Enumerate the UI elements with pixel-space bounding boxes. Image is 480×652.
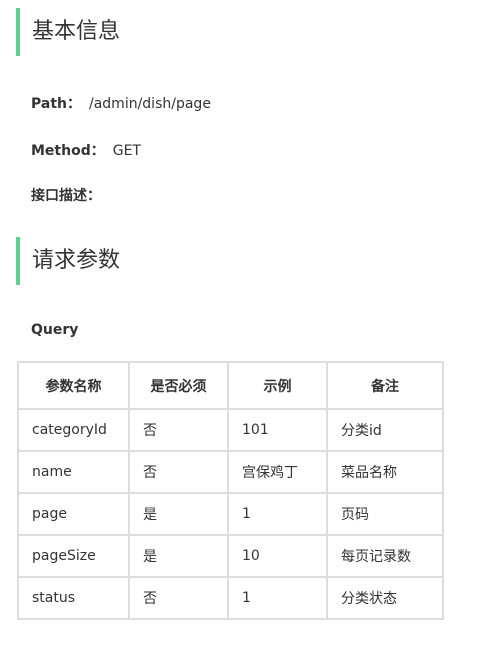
table-cell: 1 — [227, 576, 328, 620]
table-cell: 宫保鸡丁 — [227, 450, 328, 494]
table-cell: 否 — [128, 450, 229, 494]
params-table: 参数名称 是否必须 示例 备注 categoryId 否 101 分类id name 否宫… — [17, 361, 444, 620]
table-cell: page — [17, 492, 130, 536]
table-cell: 10 — [227, 534, 328, 578]
header-cell: 参数名称 — [17, 361, 130, 410]
path-label: Path： — [31, 96, 81, 112]
method-row: Method： GET — [31, 140, 141, 160]
table-cell: pageSize — [17, 534, 130, 578]
table-cell: 是 — [128, 534, 229, 578]
path-value: /admin/dish/page — [89, 96, 211, 112]
table-row: page 是 1 页码 — [17, 492, 444, 536]
table-cell: 101 — [227, 408, 328, 452]
table-row: name 否宫保鸡丁 菜品名称 — [17, 450, 444, 494]
table-row: categoryId 否 101 分类id — [17, 408, 444, 452]
table-cell: status — [17, 576, 130, 620]
header-cell: 是否必须 — [128, 361, 229, 410]
table-cell: 分类id — [326, 408, 444, 452]
section-title-basic-info: 基本信息 — [16, 8, 120, 56]
header-cell: 示例 — [227, 361, 328, 410]
table-cell: 分类状态 — [326, 576, 444, 620]
table-cell: 1 — [227, 492, 328, 536]
table-cell: categoryId — [17, 408, 130, 452]
desc-row: 接口描述： — [31, 185, 101, 205]
table-cell: 每页记录数 — [326, 534, 444, 578]
table-cell: 是 — [128, 492, 229, 536]
method-value: GET — [112, 143, 141, 159]
table-cell: name — [17, 450, 130, 494]
section-title-request-params: 请求参数 — [16, 237, 120, 285]
table-row: status 否 1 分类状态 — [17, 576, 444, 620]
table-header-row: 参数名称 是否必须 示例 备注 — [17, 361, 444, 410]
desc-label: 接口描述： — [31, 188, 101, 204]
path-row: Path： /admin/dish/page — [31, 93, 211, 113]
query-label-text: Query — [31, 322, 79, 338]
table-cell: 否 — [128, 576, 229, 620]
table-cell: 页码 — [326, 492, 444, 536]
table-cell: 菜品名称 — [326, 450, 444, 494]
query-label: Query — [31, 322, 78, 338]
table-cell: 否 — [128, 408, 229, 452]
table-row: pageSize 是 10 每页记录数 — [17, 534, 444, 578]
method-label: Method： — [31, 143, 105, 159]
header-cell: 备注 — [326, 361, 444, 410]
